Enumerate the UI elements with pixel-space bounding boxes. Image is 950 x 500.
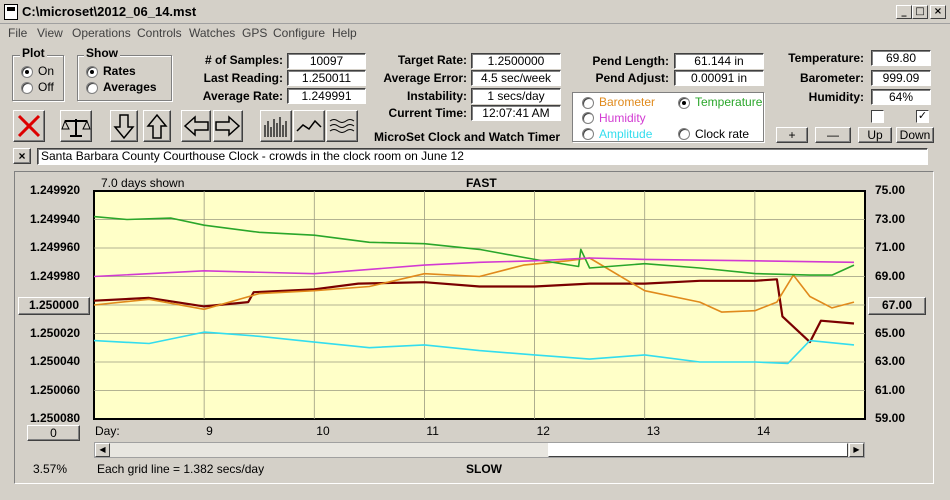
y-tick-label: 1.250080: [30, 411, 81, 425]
x-tick-label: 13: [646, 424, 661, 438]
center-sensor-button[interactable]: 67.00: [868, 297, 926, 315]
scroll-right-arrow[interactable]: ▶: [849, 443, 864, 457]
y2-tick-label: 63.00: [875, 354, 906, 368]
grid-note: Each grid line = 1.382 secs/day: [97, 462, 265, 476]
y2-tick-label: 71.00: [875, 240, 906, 254]
y-tick-label: 1.249960: [30, 240, 81, 254]
x-axis-label: Day:: [95, 424, 120, 438]
y2-tick-label: 75.00: [875, 183, 906, 197]
y-tick-label: 1.249940: [30, 211, 81, 226]
y-tick-label: 1.250040: [30, 354, 81, 368]
y2-tick-label: 65.00: [875, 325, 906, 340]
slow-label: SLOW: [466, 462, 502, 476]
x-tick-label: 14: [756, 424, 771, 438]
y2-tick-label: 59.00: [875, 411, 906, 425]
y-tick-label: 1.250020: [30, 325, 81, 340]
x-tick-label: 12: [536, 424, 550, 438]
rate-chart[interactable]: [0, 0, 950, 500]
percent-label: 3.57%: [33, 462, 68, 476]
y2-tick-label: 73.00: [875, 211, 906, 226]
x-tick-label: 10: [316, 424, 330, 438]
center-rate-button[interactable]: 1.250000: [18, 297, 90, 315]
y-tick-label: 1.250060: [30, 382, 81, 397]
scroll-thumb[interactable]: [548, 443, 848, 457]
x-tick-label: 11: [426, 424, 439, 438]
offset-button[interactable]: 0: [27, 425, 80, 441]
y-tick-label: 1.249920: [30, 183, 81, 197]
y2-tick-label: 69.00: [875, 268, 906, 283]
y-tick-label: 1.249980: [30, 268, 81, 283]
scroll-left-arrow[interactable]: ◀: [95, 443, 110, 457]
x-tick-label: 9: [206, 424, 213, 438]
chart-scrollbar[interactable]: ◀ ▶: [94, 442, 865, 458]
y2-tick-label: 61.00: [875, 382, 906, 397]
app-window: C:\microset\2012_06_14.mst _ □ × File Vi…: [0, 0, 950, 500]
